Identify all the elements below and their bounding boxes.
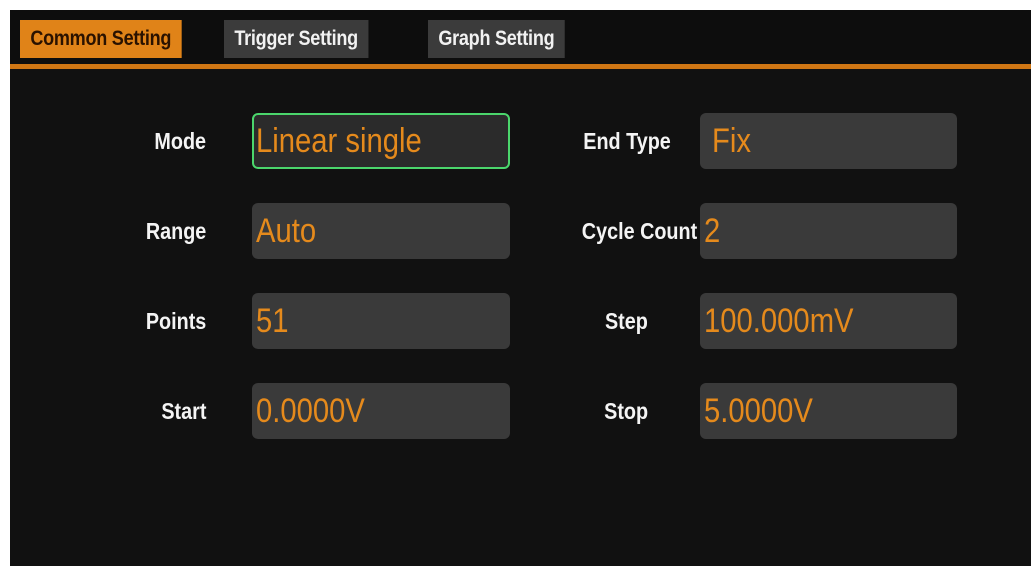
- tab-common-setting[interactable]: Common Setting: [20, 20, 182, 58]
- mode-value: Linear single: [256, 122, 422, 160]
- mode-label: Mode: [154, 128, 206, 154]
- stop-value: 5.0000V: [704, 392, 813, 430]
- stop-label: Stop: [604, 398, 648, 424]
- start-label: Start: [160, 398, 206, 424]
- settings-panel: Common Setting Trigger Setting Graph Set…: [10, 10, 1031, 566]
- points-value: 51: [256, 302, 289, 340]
- tab-trigger-setting[interactable]: Trigger Setting: [224, 20, 369, 58]
- start-value: 0.0000V: [256, 392, 365, 430]
- tab-underline: [10, 64, 1031, 69]
- points-field[interactable]: 51: [252, 293, 510, 349]
- tab-bar: Common Setting Trigger Setting Graph Set…: [10, 10, 1031, 64]
- end-type-label: End Type: [583, 128, 671, 154]
- tab-graph-setting[interactable]: Graph Setting: [428, 20, 565, 58]
- range-value: Auto: [256, 212, 317, 250]
- step-label: Step: [605, 308, 648, 334]
- stop-field[interactable]: 5.0000V: [700, 383, 957, 439]
- end-type-field[interactable]: Fix: [700, 113, 957, 169]
- range-field[interactable]: Auto: [252, 203, 510, 259]
- start-field[interactable]: 0.0000V: [252, 383, 510, 439]
- step-value: 100.000mV: [704, 302, 854, 340]
- step-field[interactable]: 100.000mV: [700, 293, 957, 349]
- points-label: Points: [145, 308, 206, 334]
- mode-field[interactable]: Linear single: [252, 113, 510, 169]
- cycle-count-field[interactable]: 2: [700, 203, 957, 259]
- cycle-count-value: 2: [704, 212, 721, 250]
- cycle-count-label: Cycle Count: [581, 218, 697, 244]
- end-type-value: Fix: [712, 122, 751, 160]
- range-label: Range: [145, 218, 206, 244]
